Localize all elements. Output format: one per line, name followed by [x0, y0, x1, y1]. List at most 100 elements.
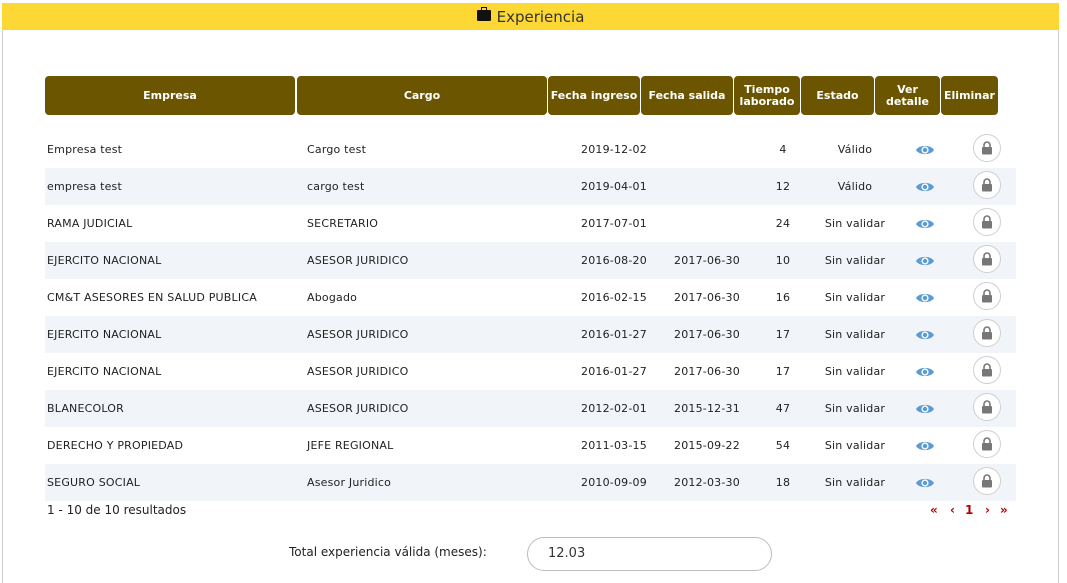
pager-last[interactable]: »	[1000, 503, 1008, 517]
cell-fecha-ingreso: 2010-09-09	[581, 476, 647, 489]
cell-fecha-ingreso: 2016-01-27	[581, 365, 647, 378]
delete-lock-button[interactable]	[973, 356, 1001, 384]
cell-fecha-salida: 2017-06-30	[674, 328, 740, 341]
delete-lock-button[interactable]	[973, 208, 1001, 236]
cell-cargo: JEFE REGIONAL	[307, 439, 394, 452]
lock-icon	[982, 474, 992, 488]
cell-empresa: SEGURO SOCIAL	[47, 476, 141, 489]
cell-tiempo-laborado: 12	[775, 180, 791, 193]
total-experience-field[interactable]: 12.03	[527, 537, 772, 571]
cell-fecha-salida: 2012-03-30	[674, 476, 740, 489]
view-detail-eye-icon[interactable]	[915, 475, 935, 489]
cell-fecha-salida: 2017-06-30	[674, 365, 740, 378]
cell-fecha-ingreso: 2012-02-01	[581, 402, 647, 415]
cell-cargo: ASESOR JURIDICO	[307, 328, 409, 341]
briefcase-icon	[476, 7, 491, 21]
cell-estado: Sin validar	[824, 254, 886, 267]
lock-icon	[982, 400, 992, 414]
cell-fecha-ingreso: 2016-01-27	[581, 328, 647, 341]
view-detail-eye-icon[interactable]	[915, 290, 935, 304]
view-detail-eye-icon[interactable]	[915, 179, 935, 193]
col-header-eliminar: Eliminar	[941, 76, 998, 115]
cell-fecha-ingreso: 2017-07-01	[581, 217, 647, 230]
cell-estado: Válido	[837, 143, 873, 156]
cell-empresa: EJERCITO NACIONAL	[47, 328, 162, 341]
delete-lock-button[interactable]	[973, 319, 1001, 347]
cell-empresa: EJERCITO NACIONAL	[47, 365, 162, 378]
pager-prev[interactable]: ‹	[950, 503, 955, 517]
cell-fecha-ingreso: 2011-03-15	[581, 439, 647, 452]
col-header-fecha-salida: Fecha salida	[641, 76, 733, 115]
cell-cargo: cargo test	[307, 180, 365, 193]
cell-cargo: SECRETARIO	[307, 217, 379, 230]
view-detail-eye-icon[interactable]	[915, 401, 935, 415]
cell-empresa: CM&T ASESORES EN SALUD PUBLICA	[47, 291, 257, 304]
pager-first[interactable]: «	[930, 503, 938, 517]
lock-icon	[982, 215, 992, 229]
cell-tiempo-laborado: 17	[775, 328, 791, 341]
view-detail-eye-icon[interactable]	[915, 364, 935, 378]
table-row: DERECHO Y PROPIEDAD JEFE REGIONAL 2011-03-…	[45, 427, 1016, 464]
lock-icon	[982, 252, 992, 266]
view-detail-eye-icon[interactable]	[915, 253, 935, 267]
delete-lock-button[interactable]	[973, 467, 1001, 495]
lock-icon	[982, 363, 992, 377]
pager-next[interactable]: ›	[985, 503, 990, 517]
table-row: EJERCITO NACIONAL ASESOR JURIDICO 2016-01-…	[45, 353, 1016, 390]
col-header-ver-detalle: Ver detalle	[875, 76, 940, 115]
cell-estado: Sin validar	[824, 291, 886, 304]
delete-lock-button[interactable]	[973, 282, 1001, 310]
delete-lock-button[interactable]	[973, 430, 1001, 458]
cell-estado: Sin validar	[824, 365, 886, 378]
view-detail-eye-icon[interactable]	[915, 327, 935, 341]
cell-tiempo-laborado: 10	[775, 254, 791, 267]
cell-cargo: ASESOR JURIDICO	[307, 365, 409, 378]
table-row: empresa test cargo test 2019-04-01 12 Válido	[45, 168, 1016, 205]
col-header-tiempo-laborado: Tiempo laborado	[734, 76, 800, 115]
cell-cargo: ASESOR JURIDICO	[307, 402, 409, 415]
cell-cargo: Abogado	[307, 291, 358, 304]
table-row: EJERCITO NACIONAL ASESOR JURIDICO 2016-01-…	[45, 316, 1016, 353]
lock-icon	[982, 437, 992, 451]
section-title: Experiencia	[496, 7, 585, 26]
table-row: Empresa test Cargo test 2019-12-02 4 Válido	[45, 131, 1016, 168]
view-detail-eye-icon[interactable]	[915, 216, 935, 230]
lock-icon	[982, 141, 992, 155]
table-row: SEGURO SOCIAL Asesor Juridico 2010-09-09 20…	[45, 464, 1016, 501]
cell-tiempo-laborado: 17	[775, 365, 791, 378]
cell-fecha-salida: 2015-12-31	[674, 402, 740, 415]
total-experience-label: Total experiencia válida (meses):	[289, 545, 487, 559]
section-header: Experiencia	[2, 3, 1059, 30]
cell-fecha-ingreso: 2016-02-15	[581, 291, 647, 304]
delete-lock-button[interactable]	[973, 134, 1001, 162]
cell-estado: Sin validar	[824, 217, 886, 230]
cell-fecha-ingreso: 2019-04-01	[581, 180, 647, 193]
cell-estado: Válido	[837, 180, 873, 193]
lock-icon	[982, 326, 992, 340]
cell-cargo: Cargo test	[307, 143, 367, 156]
cell-empresa: Empresa test	[47, 143, 123, 156]
results-count: 1 - 10 de 10 resultados	[47, 503, 187, 517]
cell-tiempo-laborado: 24	[775, 217, 791, 230]
cell-tiempo-laborado: 16	[775, 291, 791, 304]
table-row: BLANECOLOR ASESOR JURIDICO 2012-02-01 2015-…	[45, 390, 1016, 427]
delete-lock-button[interactable]	[973, 393, 1001, 421]
col-header-empresa: Empresa	[45, 76, 295, 115]
pager-current[interactable]: 1	[965, 503, 973, 517]
col-header-cargo: Cargo	[297, 76, 547, 115]
view-detail-eye-icon[interactable]	[915, 438, 935, 452]
cell-empresa: DERECHO Y PROPIEDAD	[47, 439, 184, 452]
col-header-estado: Estado	[801, 76, 874, 115]
col-header-fecha-ingreso: Fecha ingreso	[548, 76, 640, 115]
cell-empresa: EJERCITO NACIONAL	[47, 254, 162, 267]
delete-lock-button[interactable]	[973, 245, 1001, 273]
delete-lock-button[interactable]	[973, 171, 1001, 199]
lock-icon	[982, 289, 992, 303]
cell-empresa: BLANECOLOR	[47, 402, 125, 415]
cell-tiempo-laborado: 47	[775, 402, 791, 415]
cell-fecha-salida: 2017-06-30	[674, 254, 740, 267]
cell-fecha-salida: 2017-06-30	[674, 291, 740, 304]
view-detail-eye-icon[interactable]	[915, 142, 935, 156]
cell-cargo: ASESOR JURIDICO	[307, 254, 409, 267]
cell-estado: Sin validar	[824, 328, 886, 341]
